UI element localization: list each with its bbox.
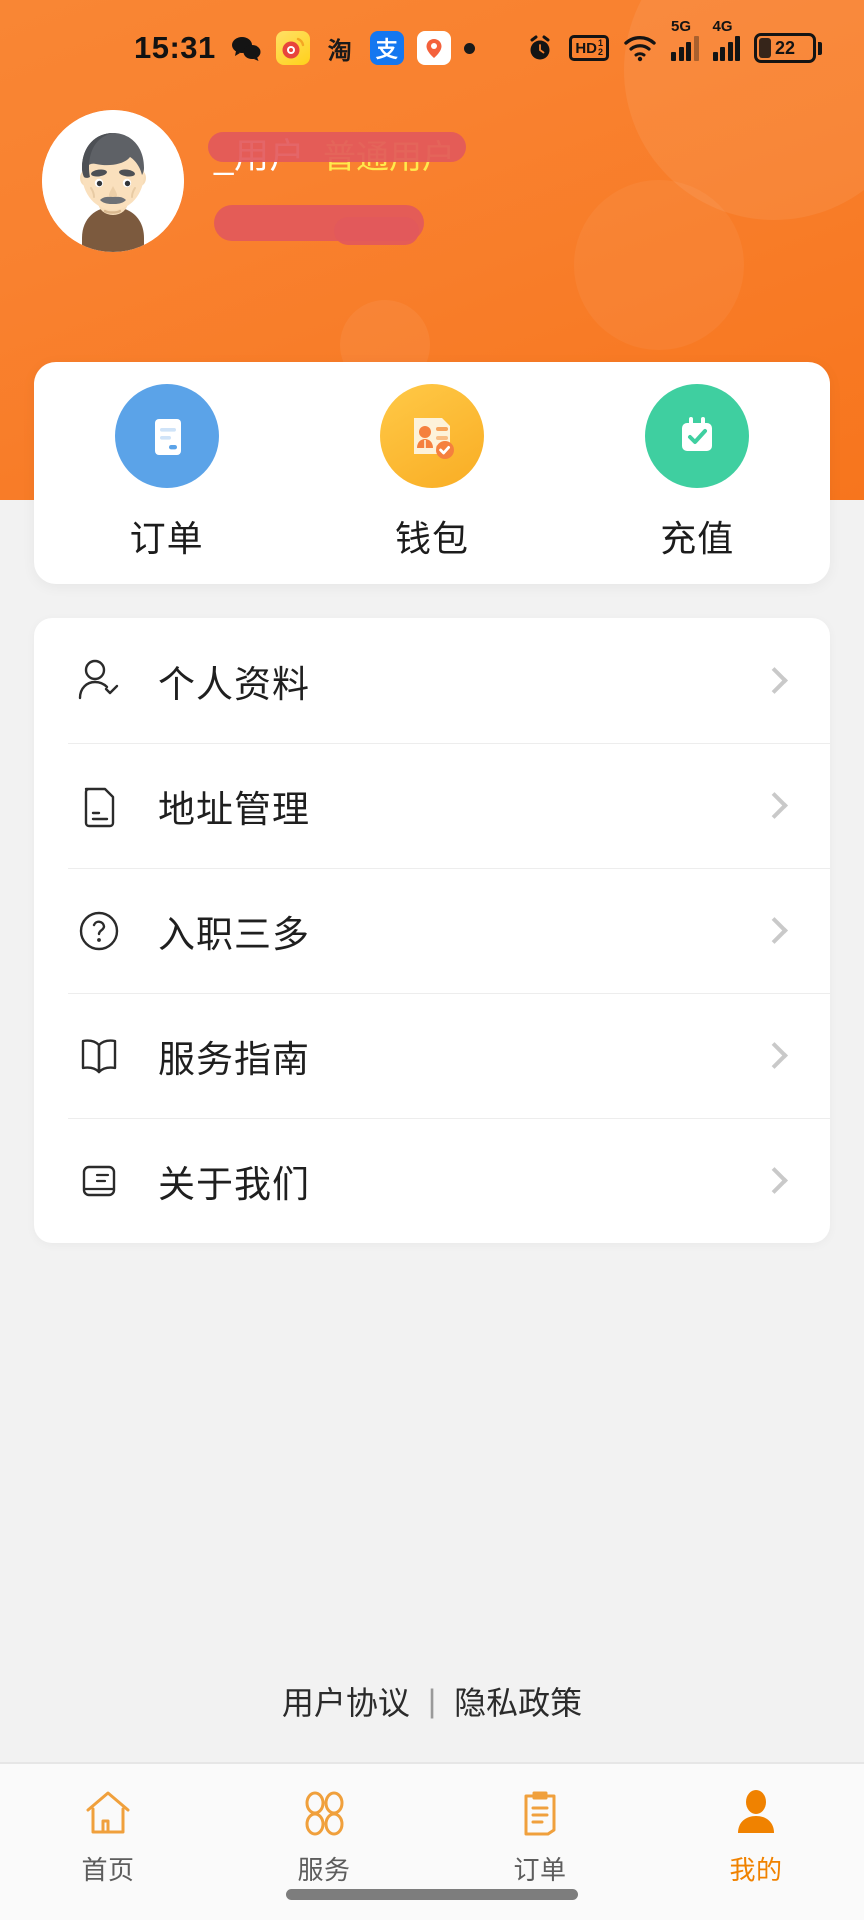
document-icon [114, 384, 219, 488]
book-icon [68, 1030, 130, 1082]
wifi-icon [623, 34, 657, 62]
profile-info: _用户 普通用户 [208, 110, 466, 245]
menu-item-label: 服务指南 [158, 1038, 310, 1080]
alarm-icon [525, 33, 555, 63]
wechat-icon [229, 31, 263, 65]
privacy-policy-link[interactable]: 隐私政策 [454, 1678, 582, 1724]
chevron-right-icon [761, 917, 788, 944]
status-bar: 15:31 淘 支 HD 1 2 5G 4G 22 [0, 0, 864, 96]
quick-action-wallet[interactable]: 钱包 [332, 384, 532, 562]
status-bar-left: 15:31 淘 支 [134, 30, 475, 66]
menu-item-personal-profile[interactable]: 个人资料 [34, 618, 830, 743]
username-redaction [208, 132, 466, 162]
status-bar-right: HD 1 2 5G 4G 22 [525, 18, 822, 63]
bottom-tab-bar: 首页 服务 订单 我的 [0, 1762, 864, 1920]
battery-cap [818, 41, 822, 55]
signal-4g-bars [712, 35, 740, 61]
clipboard-icon [512, 1782, 568, 1844]
person-filled-icon [728, 1782, 784, 1844]
hd-voice-icon: HD 1 2 [569, 35, 609, 61]
quick-action-topup[interactable]: 充值 [597, 384, 797, 562]
quick-actions-card: 订单 钱包 充值 [34, 362, 830, 584]
file-icon [68, 780, 130, 832]
signal-5g-icon: 5G [671, 18, 699, 61]
app-screen: 15:31 淘 支 HD 1 2 5G 4G 22 订单 钱包 充值 个人资料 … [0, 0, 864, 1920]
menu-item-label: 地址管理 [158, 788, 310, 830]
calendar-check-icon [645, 384, 750, 488]
signal-4g-label: 4G [712, 18, 733, 35]
battery-body: 22 [754, 33, 816, 63]
home-icon [80, 1782, 136, 1844]
user-avatar[interactable] [42, 110, 184, 252]
user-check-icon [68, 655, 130, 707]
chevron-right-icon [761, 667, 788, 694]
chevron-right-icon [761, 1167, 788, 1194]
hd-label: HD [575, 39, 597, 57]
username: _用户 [208, 128, 466, 179]
question-circle-icon [68, 905, 130, 957]
footer-links: 用户协议 | 隐私政策 [0, 1678, 864, 1724]
chevron-right-icon [761, 1042, 788, 1069]
status-time: 15:31 [134, 30, 216, 65]
quick-action-label: 钱包 [394, 518, 469, 559]
tab-services[interactable]: 服务 [216, 1782, 432, 1887]
quick-action-order[interactable]: 订单 [67, 384, 267, 562]
tab-mine[interactable]: 我的 [648, 1782, 864, 1887]
window-icon [68, 1155, 130, 1207]
signal-5g-label: 5G [671, 18, 692, 35]
battery-percent: 22 [774, 37, 796, 58]
profile-subtitle-row [214, 203, 464, 245]
menu-item-address-management[interactable]: 地址管理 [34, 743, 830, 868]
taobao-icon: 淘 [327, 37, 352, 65]
home-indicator[interactable] [286, 1889, 578, 1900]
weibo-icon [275, 31, 310, 65]
subtitle-redaction-2 [334, 217, 419, 245]
menu-item-onboarding-sanduo[interactable]: 入职三多 [34, 868, 830, 993]
chevron-right-icon [761, 792, 788, 819]
profile-name-row: _用户 普通用户 [208, 128, 466, 179]
profile-section[interactable]: _用户 普通用户 [42, 110, 466, 252]
map-pin-icon [416, 31, 451, 65]
menu-item-service-guide[interactable]: 服务指南 [34, 993, 830, 1118]
decorative-blob [574, 180, 744, 350]
tab-home[interactable]: 首页 [0, 1782, 216, 1887]
tab-label: 我的 [729, 1855, 783, 1885]
hd-sub: 2 [597, 47, 603, 57]
overflow-dot-icon [463, 42, 475, 54]
battery-icon: 22 [754, 33, 822, 63]
menu-item-label: 入职三多 [158, 913, 310, 955]
quick-action-label: 订单 [129, 518, 204, 559]
tab-label: 首页 [81, 1855, 135, 1885]
quick-action-label: 充值 [660, 518, 735, 559]
alipay-icon: 支 [369, 31, 404, 65]
tab-orders[interactable]: 订单 [432, 1782, 648, 1887]
grid-circles-icon [296, 1782, 352, 1844]
tab-label: 服务 [297, 1855, 351, 1885]
menu-item-label: 个人资料 [158, 663, 310, 705]
id-card-icon [379, 384, 484, 488]
footer-divider: | [427, 1682, 437, 1719]
tab-label: 订单 [513, 1855, 567, 1885]
battery-fill [759, 38, 772, 58]
hd-fraction: 1 2 [598, 39, 603, 57]
menu-list-card: 个人资料 地址管理 入职三多 服务指南 关于我们 [34, 618, 830, 1243]
menu-item-about-us[interactable]: 关于我们 [34, 1118, 830, 1243]
signal-4g-icon: 4G [712, 18, 740, 61]
menu-item-label: 关于我们 [158, 1163, 310, 1205]
signal-5g-bars [671, 35, 699, 61]
user-agreement-link[interactable]: 用户协议 [282, 1678, 410, 1724]
